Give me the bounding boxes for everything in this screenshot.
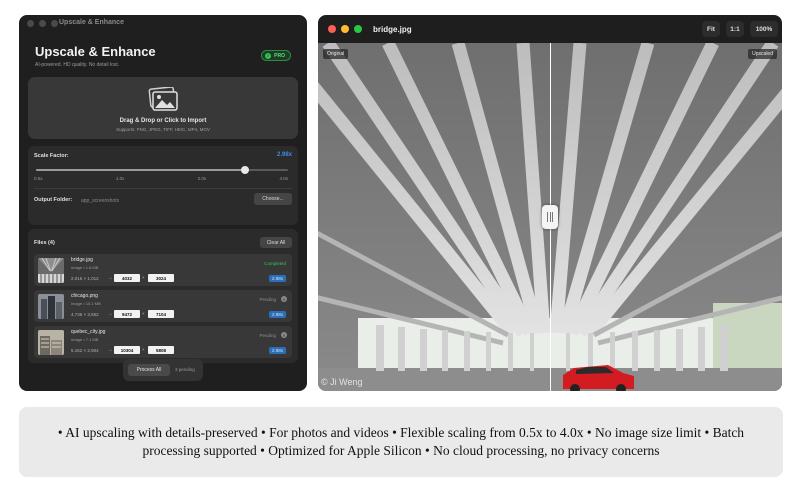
output-height[interactable]: 7104 xyxy=(148,310,174,318)
scale-ticks: 0.5x 1.0x 2.0x 4.0x xyxy=(34,176,288,181)
maximize-icon[interactable] xyxy=(354,25,362,33)
file-thumbnail xyxy=(38,258,64,283)
output-height[interactable]: 5808 xyxy=(148,346,174,354)
arrow-right-icon: → xyxy=(108,275,113,280)
window-titlebar: Upscale & Enhance xyxy=(19,15,307,32)
pending-count: 3 pending xyxy=(175,367,195,372)
fit-button[interactable]: Fit xyxy=(702,21,720,37)
features-caption: • AI upscaling with details-preserved • … xyxy=(19,407,783,477)
close-icon[interactable] xyxy=(328,25,336,33)
file-name: quebec_city.jpg xyxy=(71,329,106,335)
remove-file-icon[interactable]: ✕ xyxy=(281,332,287,338)
file-thumbnail xyxy=(38,294,64,319)
file-name: bridge.jpg xyxy=(71,257,93,263)
drop-zone-title: Drag & Drop or Click to Import xyxy=(119,118,207,124)
split-handle[interactable] xyxy=(542,205,558,229)
scale-tick: 1.0x xyxy=(115,176,125,181)
minimize-icon[interactable] xyxy=(341,25,349,33)
multiply-icon: × xyxy=(142,347,145,352)
file-meta: Image • 1.8 MB xyxy=(71,265,99,270)
window-title: Upscale & Enhance xyxy=(59,19,124,26)
preview-titlebar: bridge.jpg Fit 1:1 100% xyxy=(318,15,782,43)
original-label: Original xyxy=(323,49,349,59)
output-width[interactable]: 10304 xyxy=(114,346,140,354)
scale-factor-label: Scale Factor: xyxy=(34,153,69,159)
scale-panel: Scale Factor: 2.98x 0.5x 1.0x 2.0x 4.0x … xyxy=(28,146,298,225)
status-badge: Pending xyxy=(259,333,276,338)
file-thumbnail xyxy=(38,330,64,355)
scale-slider-thumb[interactable] xyxy=(241,166,250,174)
pro-badge-label: PRO xyxy=(274,52,285,59)
choose-folder-button[interactable]: Choose... xyxy=(254,193,292,205)
files-panel: Files (4) Clear All bridge.jpg Image • 1… xyxy=(28,229,298,363)
file-meta: Image • 7.1 MB xyxy=(71,337,99,342)
features-text: • AI upscaling with details-preserved • … xyxy=(57,425,745,458)
grip-icon xyxy=(547,212,548,222)
original-dimensions: 4,736 × 3,552 xyxy=(71,312,99,317)
app-subtitle: AI-powered. HD quality. No detail lost. xyxy=(35,62,120,68)
status-badge: Pending xyxy=(259,297,276,302)
scale-multiplier-badge: 2.98x xyxy=(268,347,286,354)
output-height[interactable]: 3024 xyxy=(148,274,174,282)
status-badge: Completed xyxy=(264,261,286,266)
clear-all-button[interactable]: Clear All xyxy=(260,237,292,248)
preview-window: bridge.jpg Fit 1:1 100% Original Upscale… xyxy=(318,15,782,391)
original-dimensions: 5,152 × 2,904 xyxy=(71,348,99,353)
pro-badge: ✓ PRO xyxy=(261,50,291,61)
scale-slider[interactable] xyxy=(36,166,288,174)
multiply-icon: × xyxy=(142,311,145,316)
file-name: chicago.png xyxy=(71,293,98,299)
drop-zone[interactable]: Drag & Drop or Click to Import Supports:… xyxy=(28,77,298,139)
app-header: Upscale & Enhance AI-powered. HD quality… xyxy=(35,44,156,68)
scale-multiplier-badge: 2.98x xyxy=(268,311,286,318)
process-all-button[interactable]: Process All xyxy=(128,364,170,376)
scale-tick: 2.0x xyxy=(197,176,207,181)
divider xyxy=(34,188,292,189)
original-dimensions: 2,016 × 1,012 xyxy=(71,276,99,281)
scale-slider-fill xyxy=(36,169,246,171)
app-title: Upscale & Enhance xyxy=(35,44,156,59)
upscaled-label: Upscaled xyxy=(748,49,777,59)
window-controls[interactable] xyxy=(318,25,362,33)
drop-zone-formats: Supports: PNG, JPEG, TIFF, HEIC, MP4, MO… xyxy=(116,127,210,132)
remove-file-icon[interactable]: ✕ xyxy=(281,296,287,302)
process-bar: Process All 3 pending xyxy=(123,359,203,381)
files-title: Files (4) xyxy=(34,240,55,246)
photo-credit: © Ji Weng xyxy=(321,377,363,387)
comparison-preview[interactable]: Original Upscaled © Ji Weng xyxy=(318,43,782,391)
photos-icon xyxy=(148,86,178,111)
scale-multiplier-badge: 2.98x xyxy=(268,275,286,282)
window-controls[interactable] xyxy=(19,20,58,27)
scale-tick: 4.0x xyxy=(279,176,288,181)
multiply-icon: × xyxy=(142,275,145,280)
output-folder-path: app_screenshots xyxy=(81,198,120,204)
file-row[interactable]: chicago.png Image • 10.1 MB 4,736 × 3,55… xyxy=(34,290,292,322)
check-icon: ✓ xyxy=(265,52,272,59)
preview-title: bridge.jpg xyxy=(373,25,412,34)
app-window: Upscale & Enhance Upscale & Enhance AI-p… xyxy=(19,15,307,391)
arrow-right-icon: → xyxy=(108,311,113,316)
zoom-level-button[interactable]: 100% xyxy=(750,21,778,37)
scale-tick: 0.5x xyxy=(34,176,43,181)
file-meta: Image • 10.1 MB xyxy=(71,301,101,306)
file-row[interactable]: quebec_city.jpg Image • 7.1 MB 5,152 × 2… xyxy=(34,326,292,358)
file-row[interactable]: bridge.jpg Image • 1.8 MB 2,016 × 1,012 … xyxy=(34,254,292,286)
output-width[interactable]: 4032 xyxy=(114,274,140,282)
output-folder-label: Output Folder: xyxy=(34,197,73,203)
arrow-right-icon: → xyxy=(108,347,113,352)
output-width[interactable]: 9472 xyxy=(114,310,140,318)
scale-factor-value: 2.98x xyxy=(276,152,292,158)
actual-size-button[interactable]: 1:1 xyxy=(726,21,744,37)
